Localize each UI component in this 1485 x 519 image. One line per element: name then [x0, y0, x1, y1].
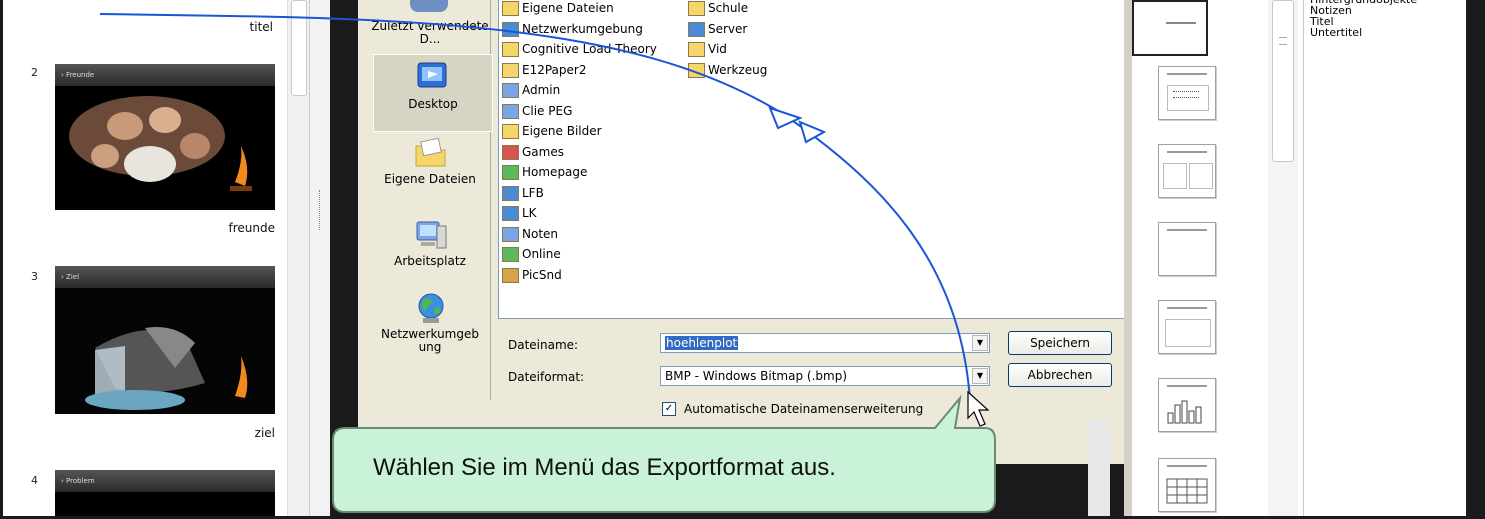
annotation-arrow	[99, 13, 971, 401]
arrow-head-icon	[768, 106, 803, 130]
arrow-head-icon	[798, 120, 827, 144]
callout-text: Wählen Sie im Menü das Exportformat aus.	[373, 454, 836, 481]
annotation-overlay	[99, 13, 996, 513]
mouse-cursor-icon	[967, 390, 990, 427]
